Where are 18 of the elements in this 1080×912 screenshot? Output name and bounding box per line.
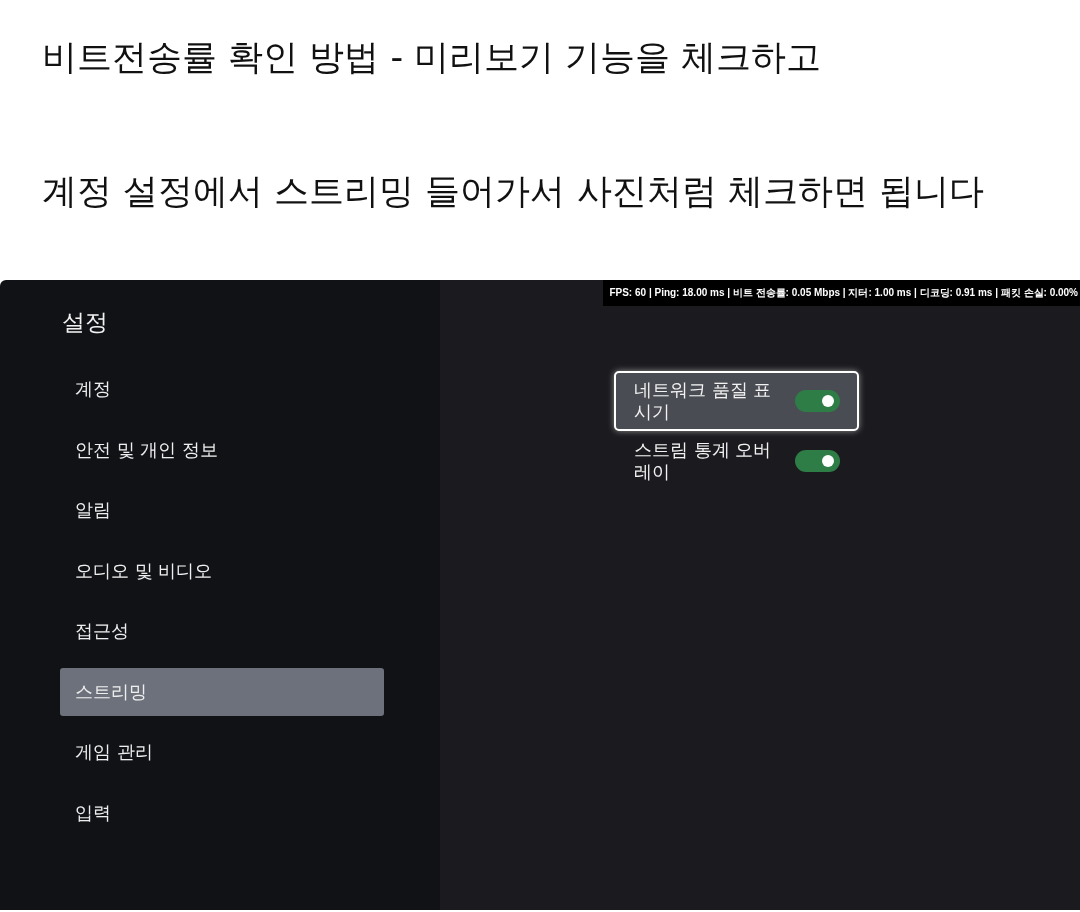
sidebar-item[interactable]: 게임 관리 — [60, 728, 384, 776]
toggle-row[interactable]: 네트워크 품질 표시기 — [614, 371, 859, 431]
toggle-label: 스트림 통계 오버레이 — [634, 439, 773, 483]
caption-text: 비트전송률 확인 방법 - 미리보기 기능을 체크하고 — [42, 36, 822, 79]
sidebar-item[interactable]: 알림 — [60, 486, 384, 534]
sidebar-item[interactable]: 접근성 — [60, 607, 384, 655]
toggle-label: 네트워크 품질 표시기 — [634, 379, 773, 423]
sidebar-item[interactable]: 안전 및 개인 정보 — [60, 425, 384, 474]
toggle-row[interactable]: 스트림 통계 오버레이 — [614, 431, 859, 491]
toggle-switch[interactable] — [795, 450, 840, 472]
sidebar-item[interactable]: 계정 — [60, 365, 384, 413]
caption-text: 계정 설정에서 스트리밍 들어가서 사진처럼 체크하면 됩니다 — [42, 170, 984, 213]
settings-title: 설정 — [61, 308, 108, 337]
sidebar-item[interactable]: 스트리밍 — [60, 667, 384, 716]
sidebar-item[interactable]: 입력 — [60, 788, 384, 837]
sidebar-item[interactable]: 오디오 및 비디오 — [60, 546, 384, 595]
toggle-switch[interactable] — [795, 390, 840, 412]
stats-overlay: FPS: 60 | Ping: 18.00 ms | 비트 전송률: 0.05 Mbps | 지터: 1.00 ms | 디코딩: 0.91 ms | 패킷 손실: 0.00% — [603, 280, 1080, 306]
